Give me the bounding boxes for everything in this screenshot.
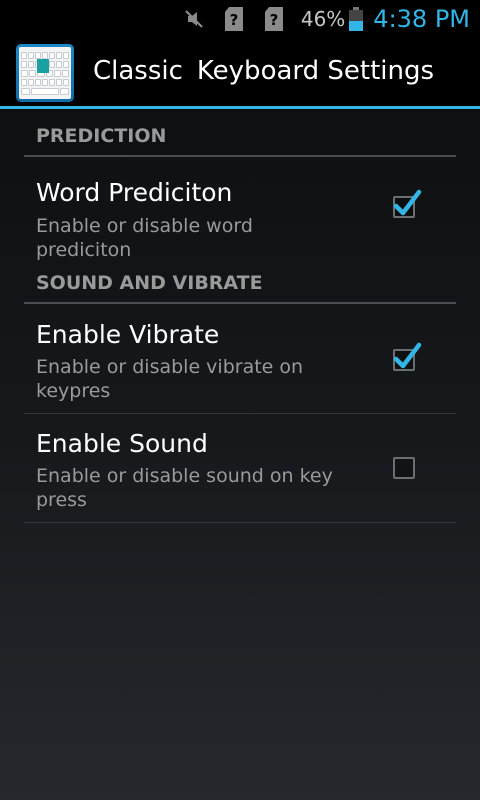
status-bar: ? ? 46% 4:38 PM (0, 0, 480, 38)
pref-summary: Enable or disable sound on key press (36, 465, 333, 511)
svg-text:?: ? (269, 11, 278, 29)
enable-sound-checkbox[interactable] (393, 457, 415, 479)
section-header-label: PREDICTION (36, 125, 167, 147)
settings-screen: ? ? 46% 4:38 PM Classic Keyboard Setting… (0, 0, 480, 800)
sim-unknown-icon: ? (261, 6, 287, 32)
section-header-label: SOUND AND VIBRATE (36, 272, 263, 294)
pref-title: Word Prediciton (36, 178, 233, 207)
pref-summary: Enable or disable vibrate on keypres (36, 356, 304, 402)
svg-text:?: ? (229, 11, 238, 29)
keyboard-app-icon[interactable] (16, 44, 74, 102)
section-header-sound-vibrate: SOUND AND VIBRATE (24, 258, 456, 304)
mute-icon (181, 6, 207, 32)
battery-icon (349, 7, 364, 31)
section-header-prediction: PREDICTION (24, 111, 456, 157)
pref-summary: Enable or disable word prediciton (36, 215, 253, 261)
title-app-name: Classic (93, 56, 183, 86)
page-title: Classic Keyboard Settings (93, 56, 434, 86)
title-screen-name: Keyboard Settings (196, 56, 435, 86)
pref-title: Enable Sound (36, 429, 208, 458)
pref-word-prediction[interactable]: Word Prediciton Enable or disable word p… (24, 158, 456, 261)
enable-vibrate-checkbox[interactable] (393, 342, 422, 371)
pref-title: Enable Vibrate (36, 320, 220, 349)
pref-enable-sound[interactable]: Enable Sound Enable or disable sound on … (24, 414, 456, 523)
action-bar: Classic Keyboard Settings (0, 38, 480, 109)
checkmark-icon (393, 189, 422, 216)
word-prediction-checkbox[interactable] (393, 189, 422, 218)
sim-unknown-icon: ? (221, 6, 247, 32)
pref-enable-vibrate[interactable]: Enable Vibrate Enable or disable vibrate… (24, 305, 456, 414)
clock: 4:38 PM (373, 5, 470, 33)
battery-percent: 46% (300, 7, 346, 31)
checkmark-icon (393, 342, 422, 369)
